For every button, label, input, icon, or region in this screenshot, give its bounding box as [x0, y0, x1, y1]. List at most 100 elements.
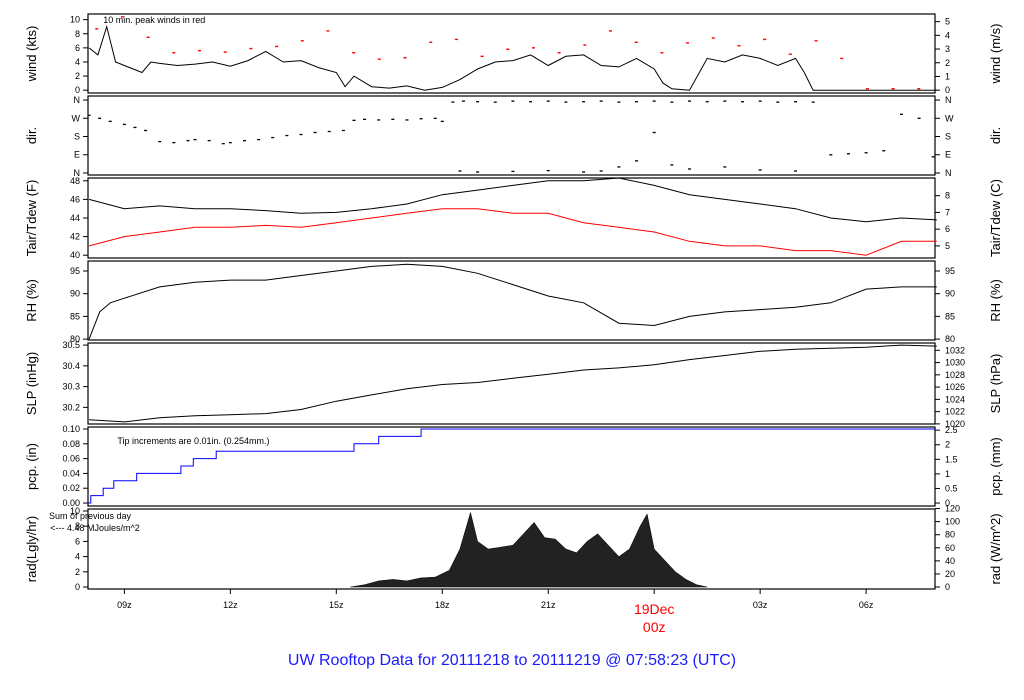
rad-tick-label: 2 [75, 567, 80, 577]
x-tick-label: 12z [223, 600, 238, 610]
dir-point [670, 164, 674, 166]
wind-tick-label: 2 [75, 71, 80, 81]
wind-annotation: 10 min. peak winds in red [103, 15, 205, 25]
dir-point [419, 118, 423, 120]
wind-peak-mark [454, 38, 458, 41]
dir-point [931, 156, 935, 158]
dir-point [186, 139, 190, 142]
dir-point [122, 123, 126, 126]
x-tick-label: 18z [435, 600, 450, 610]
dir-point [158, 140, 162, 143]
slp-right-tick-label: 1024 [945, 394, 965, 404]
wind-peak-mark [686, 42, 690, 44]
dir-point [461, 100, 465, 102]
pcp-right-tick-label: 1.5 [945, 454, 958, 464]
wind-peak-mark [711, 37, 715, 39]
wind-peak-mark [95, 28, 99, 30]
slp-tick-label: 30.5 [62, 340, 80, 350]
rh-series [88, 263, 937, 340]
dir-point [458, 170, 462, 172]
wind-peak-mark [352, 52, 356, 54]
slp-ylabel-right: SLP (hPa) [988, 354, 1003, 414]
wind-peak-mark [865, 88, 869, 90]
x-tick-label: 21z [541, 600, 556, 610]
slp-tick-label: 30.2 [62, 402, 80, 412]
rad-right-tick-label: 80 [945, 530, 955, 540]
wind-peak-mark [788, 53, 792, 55]
temp-ylabel-right: Tair/Tdew (C) [988, 179, 1003, 257]
dir-right-tick-label: N [945, 168, 952, 178]
wind-peak-mark [172, 52, 176, 54]
dir-point [635, 160, 639, 162]
rad-right-tick-label: 120 [945, 504, 960, 514]
wind-peak-mark [275, 45, 279, 48]
temp-tick-label: 48 [70, 176, 80, 186]
dir-tick-label: S [74, 132, 80, 142]
pcp-tick-label: 0.08 [62, 439, 80, 449]
wind-tick-label: 8 [75, 29, 80, 39]
dir-point [846, 153, 850, 155]
dir-point [617, 101, 621, 103]
wind-peak-mark [300, 40, 304, 42]
dir-right-tick-label: W [945, 113, 954, 123]
dir-point [564, 101, 568, 103]
wind-right-tick-label: 1 [945, 71, 950, 81]
dir-point [493, 101, 497, 103]
dir-point [221, 143, 225, 145]
wind-peak-mark [737, 45, 741, 47]
rh-tick-label: 90 [70, 289, 80, 299]
dir-point [793, 101, 797, 103]
wind-peak-mark [223, 51, 227, 53]
dir-point [242, 139, 246, 142]
dir-point [87, 114, 91, 116]
dir-point [599, 170, 603, 172]
dir-point [257, 138, 261, 141]
slp-right-tick-label: 1026 [945, 382, 965, 392]
dir-point [864, 152, 868, 154]
slp-panel-frame [87, 342, 936, 425]
rad-right-tick-label: 100 [945, 517, 960, 527]
slp-right-tick-label: 1028 [945, 370, 965, 380]
x-tick-label: 09z [117, 600, 132, 610]
wind-peak-mark [506, 48, 510, 50]
wind-peak-mark [609, 30, 613, 32]
dir-point [433, 117, 437, 119]
dir-point [377, 119, 381, 121]
wind-peak-mark [840, 57, 844, 60]
dir-point [271, 136, 275, 139]
dir-point [723, 100, 727, 102]
wind-ylabel: wind (kts) [24, 26, 39, 83]
dir-point [705, 101, 709, 103]
rh-ylabel-right: RH (%) [988, 279, 1003, 322]
temp-tick-label: 40 [70, 250, 80, 260]
dir-point [341, 129, 345, 132]
dir-point [582, 101, 586, 103]
dir-point [228, 141, 232, 144]
wind-right-tick-label: 3 [945, 44, 950, 54]
dir-point [741, 101, 744, 103]
wind-peak-mark [146, 36, 150, 38]
wind-peak-mark [763, 38, 767, 41]
rh-right-tick-label: 90 [945, 289, 955, 299]
temp-tick-label: 44 [70, 213, 80, 223]
rad-ylabel-right: rad (W/m^2) [988, 513, 1003, 584]
slp-series [89, 344, 937, 423]
rad-tick-label: 0 [75, 582, 80, 592]
dir-point [882, 150, 886, 152]
dir-point [207, 139, 211, 142]
dir-point [688, 100, 692, 102]
dir-point [193, 138, 197, 141]
temp-series-tdew [88, 208, 937, 256]
temp-tick-label: 46 [70, 194, 80, 204]
wind-tick-label: 4 [75, 57, 80, 67]
rad-right-tick-label: 60 [945, 543, 955, 553]
rad-right-tick-label: 40 [945, 556, 955, 566]
pcp-right-tick-label: 2 [945, 440, 950, 450]
dir-point [635, 101, 639, 103]
rh-tick-label: 85 [70, 311, 80, 321]
rad-annotation: Sum of previous day [49, 511, 132, 521]
dir-point [108, 120, 112, 123]
wind-peak-mark [326, 30, 330, 32]
dir-point [546, 100, 550, 102]
dir-point [98, 117, 102, 119]
